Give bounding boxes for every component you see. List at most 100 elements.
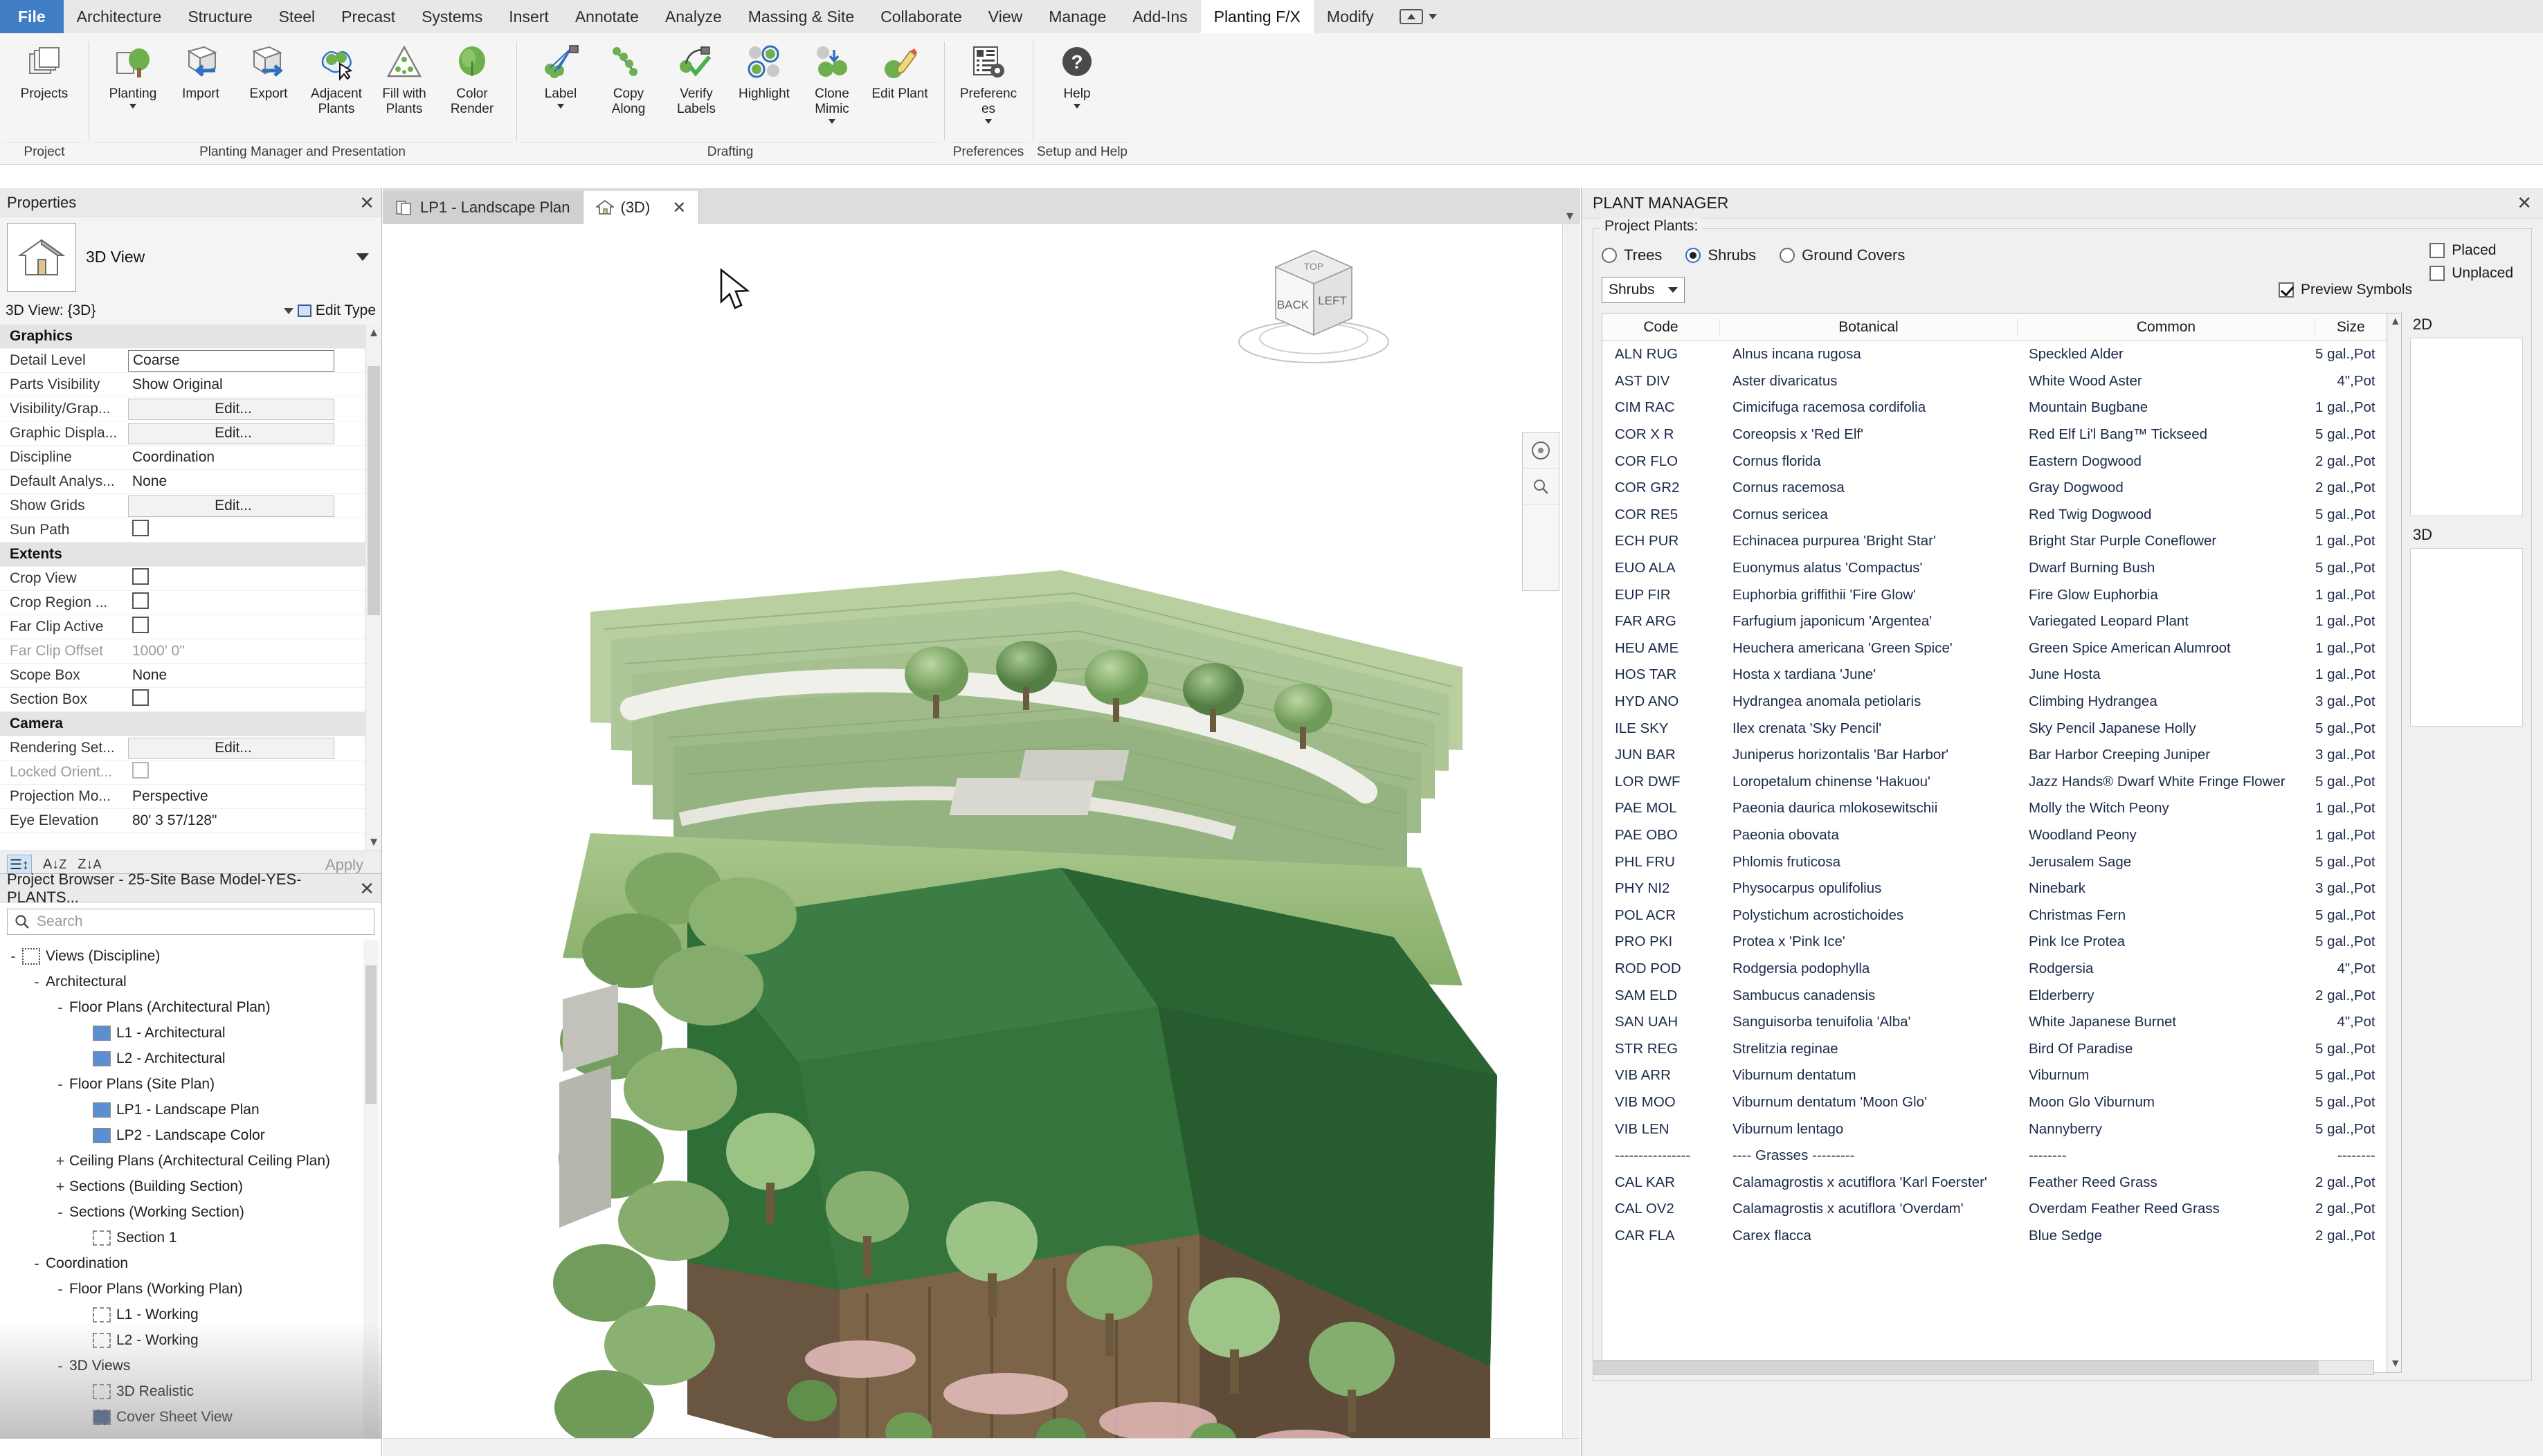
property-value-input[interactable]: Coarse	[128, 349, 334, 372]
menu-tab-modify[interactable]: Modify	[1314, 0, 1387, 33]
table-row[interactable]: PRO PKI Protea x 'Pink Ice' Pink Ice Prote…	[1602, 929, 2387, 956]
checkbox-icon[interactable]	[2278, 282, 2294, 298]
browser-tree-item[interactable]: L1 - Architectural	[4, 1020, 381, 1046]
tree-expander[interactable]: -	[51, 1075, 69, 1093]
menu-file[interactable]: File	[0, 0, 64, 33]
table-row[interactable]: HEU AME Heuchera americana 'Green Spice' G…	[1602, 635, 2387, 662]
scroll-up-icon[interactable]: ▲	[365, 325, 381, 341]
table-row[interactable]: EUO ALA Euonymus alatus 'Compactus' Dwarf …	[1602, 555, 2387, 582]
table-row[interactable]: CAL OV2 Calamagrostis x acutiflora 'Overd…	[1602, 1196, 2387, 1223]
table-row[interactable]: CIM RAC Cimicifuga racemosa cordifolia Mou…	[1602, 394, 2387, 421]
menu-tab-structure[interactable]: Structure	[174, 0, 265, 33]
chevron-down-icon[interactable]	[829, 119, 835, 124]
checkbox-icon[interactable]	[132, 568, 149, 585]
document-tab[interactable]: (3D) ✕	[583, 191, 700, 224]
scroll-thumb[interactable]	[1593, 1361, 2319, 1374]
scroll-thumb[interactable]	[368, 366, 380, 615]
property-row[interactable]: Visibility/Grap... Edit...	[0, 397, 381, 421]
ribbon-button-edit-plant[interactable]: Edit Plant	[867, 39, 933, 104]
table-row[interactable]: JUN BAR Juniperus horizontalis 'Bar Harbo…	[1602, 742, 2387, 769]
browser-tree-item[interactable]: - Floor Plans (Site Plan)	[4, 1071, 381, 1097]
property-value[interactable]: None	[128, 667, 381, 684]
chevron-down-icon[interactable]	[129, 104, 136, 109]
radio-icon[interactable]	[1685, 248, 1701, 263]
property-edit-button[interactable]: Edit...	[128, 398, 334, 420]
table-row[interactable]: COR GR2 Cornus racemosa Gray Dogwood 2 gal.…	[1602, 475, 2387, 502]
browser-tree-item[interactable]: LP1 - Landscape Plan	[4, 1097, 381, 1122]
browser-tree-item[interactable]: + Ceiling Plans (Architectural Ceiling Pl…	[4, 1148, 381, 1174]
ribbon-button-label[interactable]: Label	[527, 39, 594, 111]
checkbox-placed[interactable]: Placed	[2429, 242, 2513, 259]
properties-scrollbar[interactable]: ▲ ▼	[365, 325, 381, 850]
close-icon[interactable]: ✕	[2517, 192, 2532, 214]
chevron-down-icon[interactable]	[1668, 287, 1678, 293]
tree-expander[interactable]: +	[51, 1178, 69, 1196]
plant-table-body[interactable]: ALN RUG Alnus incana rugosa Speckled Alder…	[1602, 341, 2387, 1372]
model-viewport[interactable]: BACK LEFT TOP	[383, 224, 1580, 1456]
table-row[interactable]: VIB MOO Viburnum dentatum 'Moon Glo' Moon …	[1602, 1089, 2387, 1116]
table-row[interactable]: ECH PUR Echinacea purpurea 'Bright Star' B…	[1602, 528, 2387, 555]
ribbon-button-color-render[interactable]: Color Render	[439, 39, 505, 120]
menu-tab-insert[interactable]: Insert	[496, 0, 562, 33]
menu-tab-systems[interactable]: Systems	[408, 0, 496, 33]
ribbon-button-clone-mimic[interactable]: Clone Mimic	[799, 39, 865, 127]
column-header-size[interactable]: Size	[2315, 319, 2387, 336]
table-row[interactable]: HYD ANO Hydrangea anomala petiolaris Climb…	[1602, 689, 2387, 716]
checkbox-icon[interactable]	[132, 762, 149, 779]
quick-access-dropdown[interactable]	[1399, 9, 1437, 24]
table-row[interactable]: ILE SKY Ilex crenata 'Sky Pencil' Sky Penc…	[1602, 715, 2387, 742]
browser-scrollbar[interactable]	[363, 940, 379, 1439]
table-row[interactable]: VIB ARR Viburnum dentatum Viburnum 5 gal.,P…	[1602, 1062, 2387, 1089]
menu-tab-steel[interactable]: Steel	[266, 0, 328, 33]
property-row[interactable]: Graphic Displa... Edit...	[0, 421, 381, 446]
radio-shrubs[interactable]: Shrubs	[1685, 246, 1756, 264]
table-row[interactable]: STR REG Strelitzia reginae Bird Of Paradis…	[1602, 1035, 2387, 1062]
navigation-bar[interactable]	[1522, 432, 1559, 591]
document-tab[interactable]: LP1 - Landscape Plan	[383, 191, 583, 224]
table-row[interactable]: COR RE5 Cornus sericea Red Twig Dogwood 5 g…	[1602, 502, 2387, 529]
browser-tree-item[interactable]: - Floor Plans (Architectural Plan)	[4, 994, 381, 1020]
checkbox-icon[interactable]	[132, 520, 149, 536]
ribbon-button-verify-labels[interactable]: Verify Labels	[663, 39, 730, 120]
properties-instance-selector[interactable]: 3D View: {3D} Edit Type	[0, 297, 381, 325]
property-value[interactable]: None	[128, 473, 381, 490]
chevron-down-icon[interactable]	[985, 119, 992, 124]
close-icon[interactable]: ✕	[672, 198, 686, 218]
property-row[interactable]: Parts Visibility Show Original	[0, 373, 381, 397]
browser-tree-item[interactable]: + Sections (Building Section)	[4, 1174, 381, 1199]
panel-toggle-icon[interactable]	[1399, 9, 1423, 24]
ribbon-button-fill-with-plants[interactable]: Fill with Plants	[371, 39, 437, 120]
browser-tree-item[interactable]: - Sections (Working Section)	[4, 1199, 381, 1225]
search-input[interactable]: Search	[7, 909, 374, 935]
browser-tree-item[interactable]: -3D Views	[4, 1353, 381, 1378]
chevron-down-icon[interactable]	[557, 104, 564, 109]
property-value[interactable]: 80' 3 57/128"	[128, 812, 381, 829]
tree-expander[interactable]: -	[28, 1255, 46, 1273]
tree-expander[interactable]: -	[4, 947, 22, 965]
tab-overflow-icon[interactable]: ▾	[1566, 207, 1580, 224]
property-value[interactable]: Perspective	[128, 788, 381, 805]
menu-tab-architecture[interactable]: Architecture	[64, 0, 175, 33]
menu-tab-precast[interactable]: Precast	[328, 0, 408, 33]
menu-tab-analyze[interactable]: Analyze	[652, 0, 735, 33]
table-row[interactable]: SAM ELD Sambucus canadensis Elderberry 2 ga…	[1602, 982, 2387, 1009]
table-row[interactable]: POL ACR Polystichum acrostichoides Christm…	[1602, 902, 2387, 929]
type-selector[interactable]: 3D View	[0, 217, 381, 297]
tree-expander[interactable]: -	[51, 999, 69, 1017]
ribbon-button-preferences[interactable]: Preferences	[955, 39, 1022, 127]
browser-tree-item[interactable]: - Architectural	[4, 969, 381, 994]
browser-tree-item[interactable]: - Floor Plans (Working Plan)	[4, 1276, 381, 1302]
radio-icon[interactable]	[1602, 248, 1617, 263]
table-row[interactable]: PHY NI2 Physocarpus opulifolius Ninebark 3 …	[1602, 875, 2387, 902]
checkbox-icon[interactable]	[132, 617, 149, 633]
tree-expander[interactable]: -	[51, 1203, 69, 1221]
property-edit-button[interactable]: Edit...	[128, 737, 334, 759]
property-row[interactable]: Default Analys... None	[0, 470, 381, 494]
radio-icon[interactable]	[1780, 248, 1795, 263]
scroll-thumb[interactable]	[365, 965, 377, 1104]
menu-tab-planting-f-x[interactable]: Planting F/X	[1200, 0, 1314, 33]
ribbon-button-import[interactable]: Import	[168, 39, 234, 104]
property-row[interactable]: Projection Mo... Perspective	[0, 785, 381, 809]
radio-ground-covers[interactable]: Ground Covers	[1780, 246, 1905, 264]
viewport-horizontal-scrollbar[interactable]	[383, 1438, 1580, 1456]
